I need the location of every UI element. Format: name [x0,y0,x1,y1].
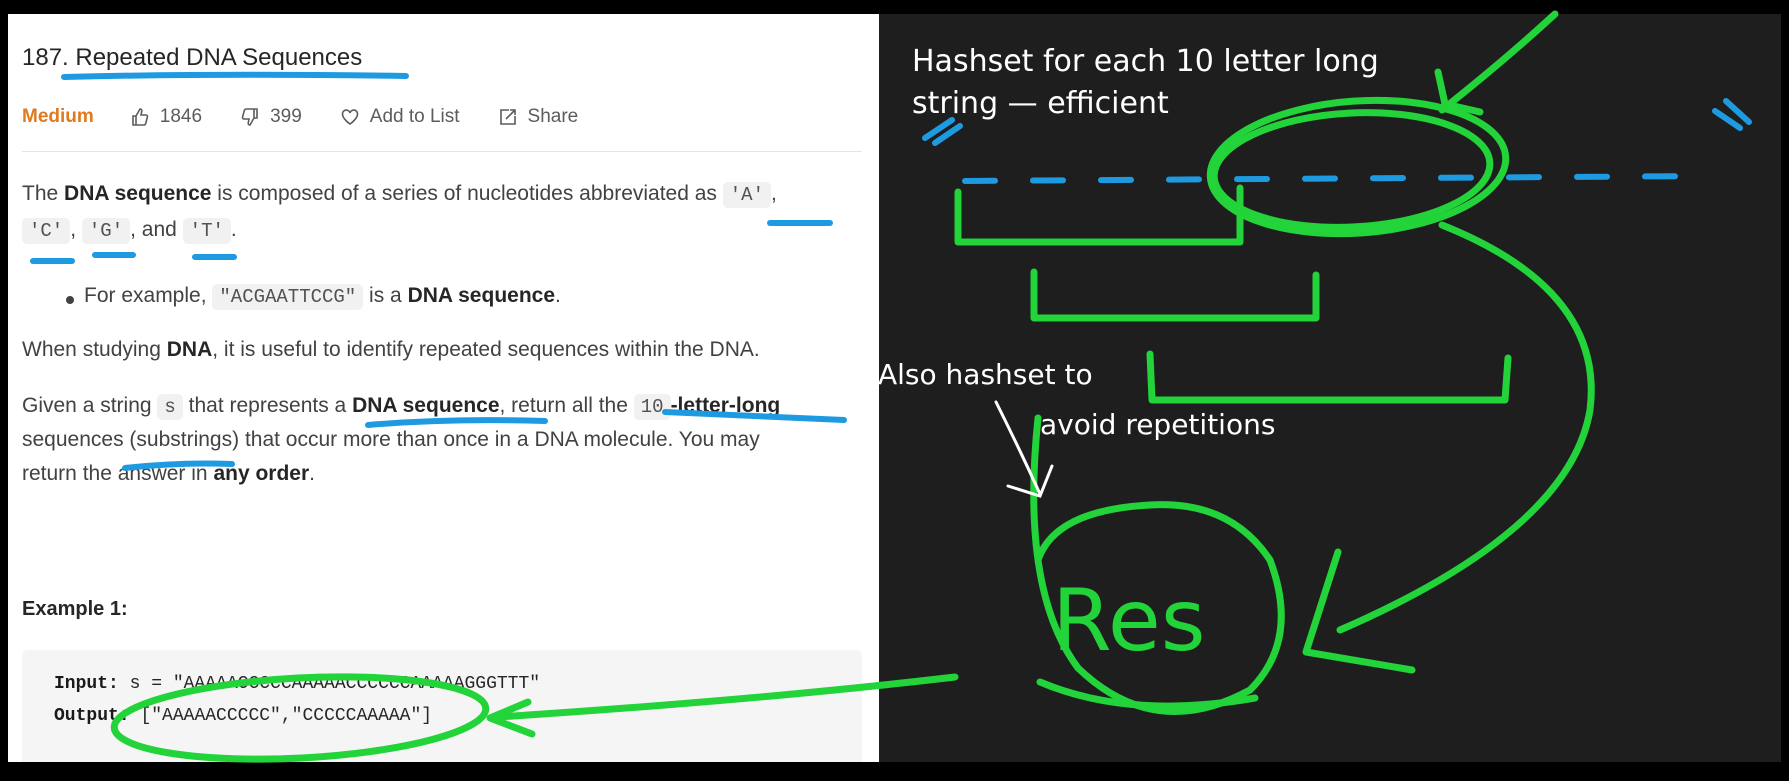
arrow-hashset-to-res [1336,221,1595,634]
green-annotations [110,10,1595,763]
screenshot-stage: 187. Repeated DNA Sequences Medium 1846 … [0,0,1789,781]
note-hashset-line-1: Hashset for each 10 letter long [912,44,1379,79]
arrow-into-hashset [1438,10,1559,114]
blue-marks-right [1712,98,1752,131]
window-bracket-2 [1030,268,1320,322]
window-bracket-3 [1146,350,1512,404]
arrow-res-to-output [494,673,959,721]
underline-substrings [122,460,235,471]
output-circle [110,673,490,763]
res-label: Res [1052,571,1206,671]
window-bracket-1 [954,184,1244,246]
dna-dashed-line [962,173,1713,184]
underline-10-letter-long [662,409,847,423]
note-also-hashset-line-1: Also hashset to [878,358,1093,391]
note-also-hashset-line-2: avoid repetitions [1040,408,1276,441]
blue-marks-left [922,117,963,146]
underline-dna-sequence [365,417,548,428]
underline-title [61,71,409,80]
arrow-head-res [1302,548,1416,674]
res-underline [1036,678,1259,710]
note-hashset-line-2: string — efficient [912,86,1169,121]
